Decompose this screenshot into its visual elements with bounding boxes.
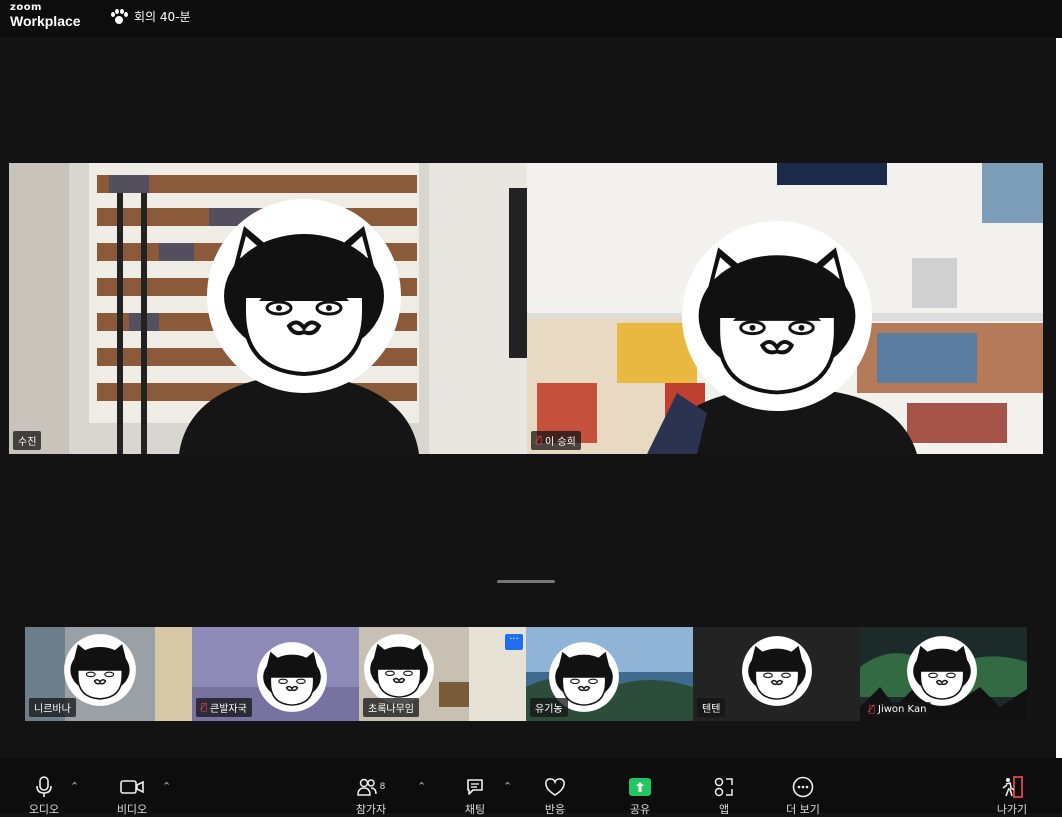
microphone-icon <box>36 776 52 798</box>
participant-name: 큰발자국 <box>210 704 247 715</box>
apps-label: 앱 <box>718 803 730 816</box>
share-screen-icon <box>629 776 651 798</box>
reactions-label: 반응 <box>544 803 566 816</box>
participant-name-tag: 🎙̸ 이 승희 <box>531 431 581 450</box>
participant-name: 이 승희 <box>545 437 576 448</box>
audio-button[interactable]: 오디오 <box>14 776 74 817</box>
video-tile-main-2[interactable]: 🎙̸ 이 승희 <box>527 163 1043 454</box>
cartoon-face-avatar <box>907 636 977 706</box>
participant-name-tag: 니르바나 <box>29 698 76 717</box>
heart-icon <box>544 776 566 798</box>
paw-icon <box>110 8 128 25</box>
mic-muted-icon: 🎙̸ <box>536 435 543 446</box>
share-button[interactable]: 공유 <box>610 776 670 817</box>
participant-name-tag: 텐텐 <box>697 698 726 717</box>
leave-label: 나가기 <box>996 803 1028 816</box>
apps-icon <box>714 776 734 798</box>
zoom-logo: zoom Workplace <box>10 2 81 29</box>
participant-name: Jiwon Kan <box>878 704 927 715</box>
participant-name: 유기농 <box>535 704 563 715</box>
leave-button[interactable]: 나가기 <box>982 776 1042 817</box>
participant-name-tag: 🎙̸ 큰발자국 <box>196 698 252 717</box>
top-bar: zoom Workplace 회의 40-분 <box>0 0 1062 38</box>
participant-name-tag: 초록나무임 <box>363 698 419 717</box>
logo-small-text: zoom <box>10 2 42 13</box>
participant-name: 초록나무임 <box>368 704 414 715</box>
tile-more-options-button[interactable]: ··· <box>505 634 523 650</box>
audio-label: 오디오 <box>28 803 60 816</box>
participants-button[interactable]: 8 참가자 <box>341 776 401 817</box>
cartoon-face-avatar <box>364 634 434 704</box>
video-tile-strip-1[interactable]: 니르바나 <box>25 627 192 721</box>
participant-name: 텐텐 <box>702 704 721 715</box>
more-button[interactable]: 더 보기 <box>773 776 833 817</box>
participants-icon: 8 <box>356 776 386 798</box>
video-tile-strip-3[interactable]: 초록나무임 <box>359 627 526 721</box>
participants-options-caret[interactable]: ⌃ <box>417 780 426 793</box>
gallery-resize-handle[interactable] <box>497 580 555 583</box>
scrollbar[interactable] <box>1056 38 1062 758</box>
video-label: 비디오 <box>116 803 148 816</box>
chat-options-caret[interactable]: ⌃ <box>503 780 512 793</box>
mic-muted-icon: 🎙̸ <box>869 704 876 715</box>
meeting-toolbar: 오디오 ⌃ 비디오 ⌃ 8 참가자 ⌃ 채팅 ⌃ 반응 공유 앱 더 보기 나가… <box>0 758 1062 816</box>
meeting-info[interactable]: 회의 40-분 <box>110 8 191 25</box>
participant-name-tag: 수진 <box>13 431 42 450</box>
participants-count: 8 <box>379 782 386 792</box>
share-label: 공유 <box>629 803 651 816</box>
video-options-caret[interactable]: ⌃ <box>162 780 171 793</box>
chat-label: 채팅 <box>464 803 486 816</box>
chat-button[interactable]: 채팅 <box>445 776 505 817</box>
apps-button[interactable]: 앱 <box>694 776 754 817</box>
participant-name-tag: 🎙̸ Jiwon Kan <box>864 702 932 717</box>
reactions-button[interactable]: 반응 <box>525 776 585 817</box>
more-icon <box>792 776 814 798</box>
video-tile-strip-5[interactable]: 텐텐 <box>693 627 860 721</box>
video-camera-icon <box>120 776 144 798</box>
cartoon-face-avatar <box>742 636 812 706</box>
cartoon-face-avatar <box>257 642 327 712</box>
video-tile-strip-2[interactable]: 🎙̸ 큰발자국 <box>192 627 359 721</box>
cartoon-face-avatar <box>64 634 136 706</box>
video-tile-main-1[interactable]: 수진 <box>9 163 527 454</box>
logo-big-text: Workplace <box>10 13 81 29</box>
participant-name-tag: 유기농 <box>530 698 568 717</box>
leave-icon <box>1000 776 1024 798</box>
participants-label: 참가자 <box>355 803 387 816</box>
video-tile-strip-6[interactable]: 🎙̸ Jiwon Kan <box>860 627 1027 721</box>
participant-name: 니르바나 <box>34 704 71 715</box>
video-button[interactable]: 비디오 <box>102 776 162 817</box>
audio-options-caret[interactable]: ⌃ <box>70 780 79 793</box>
participant-name: 수진 <box>18 437 37 448</box>
cartoon-face-avatar <box>207 199 401 393</box>
video-tile-strip-4[interactable]: 유기농 <box>526 627 693 721</box>
chat-icon <box>465 776 485 798</box>
mic-muted-icon: 🎙̸ <box>201 702 208 713</box>
cartoon-face-avatar <box>681 220 873 412</box>
more-label: 더 보기 <box>786 803 820 816</box>
meeting-title: 회의 40-분 <box>134 10 191 24</box>
